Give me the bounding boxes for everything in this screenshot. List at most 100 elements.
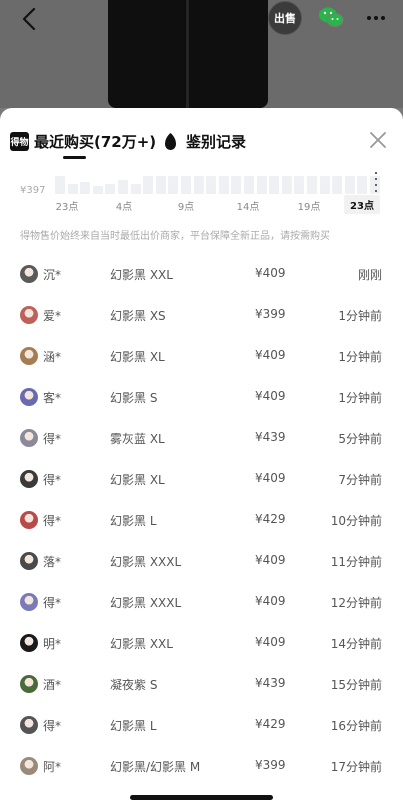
chart-bar (181, 176, 191, 194)
chart-bar (118, 180, 128, 194)
user-avatar (20, 716, 38, 734)
back-button[interactable] (16, 6, 42, 32)
price-axis-label: ¥397 (20, 185, 46, 196)
purchase-record-row: 得* 幻影黑 XL ¥409 7分钟前 (0, 459, 403, 500)
price-disclaimer: 得物售价始终来自当时最低出价商家，平台保障全新正品，请按需购买 (20, 231, 330, 242)
purchase-record-row: 落* 幻影黑 XXXL ¥409 11分钟前 (0, 541, 403, 582)
authentication-icon (165, 132, 176, 150)
purchase-price: ¥409 (255, 266, 286, 280)
wechat-share-button[interactable] (318, 6, 344, 30)
chart-bar (269, 176, 280, 194)
time-tick-label: 23点 (344, 195, 380, 214)
product-spec: 幻影黑 XXL (110, 637, 173, 651)
purchase-time: 5分钟前 (338, 432, 382, 446)
purchase-time: 14分钟前 (330, 637, 382, 651)
buyer-name: 酒* (43, 678, 62, 692)
purchase-records-sheet: 得物 最近购买(72万+) 鉴别记录 ¥397 23点 4点 9点 14点 19点 23点… (0, 108, 403, 800)
user-avatar (20, 634, 38, 652)
purchase-time: 15分钟前 (330, 678, 382, 692)
close-button[interactable] (367, 129, 389, 151)
product-spec: 幻影黑 XXL (110, 268, 173, 282)
bar-strip (55, 168, 385, 194)
wechat-icon (319, 7, 344, 27)
buyer-name: 得* (43, 719, 62, 733)
product-spec: 雾灰蓝 XL (110, 432, 165, 446)
active-tab-indicator (63, 156, 86, 159)
buyer-name: 得* (43, 432, 62, 446)
purchase-record-row: 涵* 幻影黑 XL ¥409 1分钟前 (0, 336, 403, 377)
sheet-header: 得物 最近购买(72万+) 鉴别记录 (0, 108, 403, 160)
chart-bar (80, 182, 91, 194)
purchase-time: 11分钟前 (330, 555, 382, 569)
chart-bar (55, 176, 65, 194)
product-spec: 幻影黑 XXXL (110, 596, 182, 610)
chart-bar (168, 176, 179, 194)
purchase-price: ¥399 (255, 307, 286, 321)
product-spec: 幻影黑 XXXL (110, 555, 182, 569)
purchase-time: 17分钟前 (330, 760, 382, 774)
user-avatar (20, 429, 38, 447)
purchase-price: ¥409 (255, 594, 286, 608)
purchase-time: 刚刚 (357, 268, 382, 282)
purchase-price: ¥429 (255, 717, 286, 731)
chart-bar (231, 176, 242, 194)
purchase-record-list: 沉* 幻影黑 XXL ¥409 刚刚 爱* 幻影黑 XS ¥399 1分钟前 涵* 幻影黑 XL ¥… (0, 254, 403, 787)
chart-bar (244, 176, 254, 194)
purchase-time: 12分钟前 (330, 596, 382, 610)
product-spec: 幻影黑/幻影黑 M (110, 760, 201, 774)
purchase-price: ¥409 (255, 471, 286, 485)
purchase-price: ¥409 (255, 389, 286, 403)
time-tick-label: 4点 (115, 202, 133, 213)
purchase-record-row: 得* 幻影黑 L ¥429 16分钟前 (0, 705, 403, 746)
purchase-record-row: 阿* 幻影黑/幻影黑 M ¥399 17分钟前 (0, 746, 403, 787)
product-spec: 幻影黑 XL (110, 350, 165, 364)
chart-bar (281, 176, 292, 194)
purchase-price: ¥409 (255, 635, 286, 649)
user-avatar (20, 593, 38, 611)
purchase-record-row: 客* 幻影黑 S ¥409 1分钟前 (0, 377, 403, 418)
purchase-record-row: 得* 雾灰蓝 XL ¥439 5分钟前 (0, 418, 403, 459)
chart-bar (319, 176, 330, 194)
top-navigation-bar: 出售 (0, 0, 403, 36)
tab-recent-label: 最近购买(72万+) (34, 132, 157, 151)
purchase-price: ¥439 (255, 430, 286, 444)
time-tick-label: 14点 (236, 202, 260, 213)
price-trend-chart: ¥397 23点 4点 9点 14点 19点 23点 (0, 160, 403, 220)
user-avatar (20, 511, 38, 529)
purchase-price: ¥409 (255, 553, 286, 567)
tab-authentication-records[interactable]: 鉴别记录 (163, 130, 246, 152)
tab-auth-label: 鉴别记录 (186, 132, 247, 151)
user-avatar (20, 470, 38, 488)
buyer-name: 客* (43, 391, 62, 405)
buyer-name: 爱* (43, 309, 62, 323)
time-tick-label: 9点 (177, 202, 195, 213)
buyer-name: 得* (43, 596, 62, 610)
user-avatar (20, 347, 38, 365)
purchase-record-row: 爱* 幻影黑 XS ¥399 1分钟前 (0, 295, 403, 336)
purchase-time: 1分钟前 (338, 350, 382, 364)
chart-bar (218, 176, 229, 194)
buyer-name: 得* (43, 514, 62, 528)
chart-bar (193, 176, 204, 194)
purchase-time: 16分钟前 (330, 719, 382, 733)
scroll-marker-icon (375, 172, 377, 192)
chart-bar (344, 176, 355, 194)
purchase-price: ¥439 (255, 676, 286, 690)
chart-bar (294, 176, 305, 194)
user-avatar (20, 552, 38, 570)
tab-recent-purchases[interactable]: 得物 最近购买(72万+) (10, 130, 156, 152)
sell-button[interactable]: 出售 (268, 1, 302, 35)
more-options-button[interactable] (362, 6, 390, 30)
buyer-name: 阿* (43, 760, 62, 774)
chart-bar (67, 184, 78, 194)
product-spec: 凝夜紫 S (110, 678, 158, 692)
buyer-name: 沉* (43, 268, 62, 282)
product-spec: 幻影黑 S (110, 391, 158, 405)
purchase-time: 7分钟前 (338, 473, 382, 487)
purchase-record-row: 明* 幻影黑 XXL ¥409 14分钟前 (0, 623, 403, 664)
purchase-time: 1分钟前 (338, 309, 382, 323)
user-avatar (20, 675, 38, 693)
purchase-record-row: 酒* 凝夜紫 S ¥439 15分钟前 (0, 664, 403, 705)
chart-bar (105, 184, 116, 194)
chart-bar (143, 176, 154, 194)
